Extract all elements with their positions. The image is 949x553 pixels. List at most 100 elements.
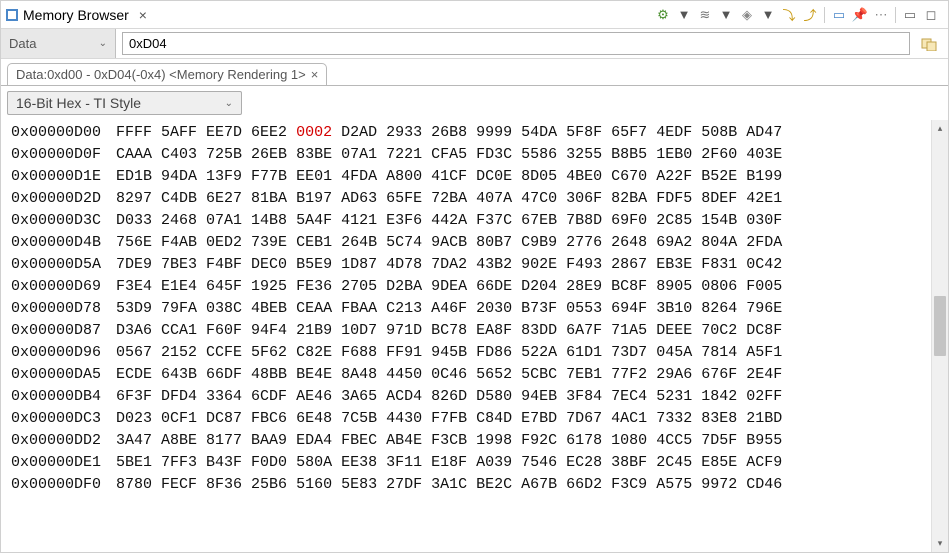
scrollbar-track[interactable]	[932, 137, 948, 535]
memory-word[interactable]: 3255	[566, 144, 602, 166]
memory-word[interactable]: A575	[656, 474, 692, 496]
memory-word[interactable]: EDA4	[296, 430, 332, 452]
memory-word[interactable]: E3F6	[386, 210, 422, 232]
memory-word[interactable]: E7BD	[521, 408, 557, 430]
memory-word[interactable]: 9DEA	[431, 276, 467, 298]
memory-word[interactable]: 756E	[116, 232, 152, 254]
memory-word[interactable]: F77B	[251, 166, 287, 188]
memory-word[interactable]: 9ACB	[431, 232, 467, 254]
memory-word[interactable]: D2BA	[386, 276, 422, 298]
memory-word[interactable]: 2C85	[656, 210, 692, 232]
memory-word[interactable]: 804A	[701, 232, 737, 254]
memory-word[interactable]: EE7D	[206, 122, 242, 144]
memory-word[interactable]: 1D87	[341, 254, 377, 276]
memory-word[interactable]: 3F84	[566, 386, 602, 408]
memory-word[interactable]: 5F62	[251, 342, 287, 364]
memory-word[interactable]: 3F11	[386, 452, 422, 474]
memory-word[interactable]: 7B8D	[566, 210, 602, 232]
memory-word[interactable]: A5F1	[746, 342, 782, 364]
memory-word[interactable]: 69A2	[656, 232, 692, 254]
memory-word[interactable]: 2C45	[656, 452, 692, 474]
memory-word[interactable]: AB4E	[386, 430, 422, 452]
memory-word[interactable]: 7C5B	[341, 408, 377, 430]
memory-word[interactable]: D023	[116, 408, 152, 430]
memory-word[interactable]: EB3E	[656, 254, 692, 276]
memory-word[interactable]: B43F	[206, 452, 242, 474]
memory-word[interactable]: ACD4	[386, 386, 422, 408]
memory-word[interactable]: F4BF	[206, 254, 242, 276]
memory-word[interactable]: 306F	[566, 188, 602, 210]
memory-word[interactable]: 4AC1	[611, 408, 647, 430]
scroll-up-button[interactable]: ▴	[932, 120, 948, 137]
memory-word[interactable]: D580	[476, 386, 512, 408]
memory-word[interactable]: 79FA	[161, 298, 197, 320]
new-tab-icon[interactable]: ▭	[830, 6, 848, 24]
memory-word[interactable]: EE38	[341, 452, 377, 474]
memory-word[interactable]: 2648	[611, 232, 647, 254]
memory-word[interactable]: 94EB	[521, 386, 557, 408]
memory-word[interactable]: 8A48	[341, 364, 377, 386]
memory-word[interactable]: 522A	[521, 342, 557, 364]
memory-word[interactable]: 4CC5	[656, 430, 692, 452]
memory-word[interactable]: 3A1C	[431, 474, 467, 496]
memory-word[interactable]: EC28	[566, 452, 602, 474]
memory-word[interactable]: 70C2	[701, 320, 737, 342]
memory-word[interactable]: 28E9	[566, 276, 602, 298]
memory-word[interactable]: 80B7	[476, 232, 512, 254]
memory-word[interactable]: 6CDF	[251, 386, 287, 408]
memory-word[interactable]: 8264	[701, 298, 737, 320]
memory-word[interactable]: 8780	[116, 474, 152, 496]
memory-word[interactable]: 826D	[431, 386, 467, 408]
memory-word[interactable]: FECF	[161, 474, 197, 496]
memory-word[interactable]: 6E27	[206, 188, 242, 210]
memory-word[interactable]: 77F2	[611, 364, 647, 386]
dropdown-arrow-icon[interactable]: ▼	[675, 6, 693, 24]
memory-word[interactable]: 4430	[386, 408, 422, 430]
memory-word[interactable]: C4DB	[161, 188, 197, 210]
memory-word[interactable]: 72BA	[431, 188, 467, 210]
memory-word[interactable]: CEAA	[296, 298, 332, 320]
memory-word[interactable]: ACF9	[746, 452, 782, 474]
memory-word[interactable]: 27DF	[386, 474, 422, 496]
memory-word[interactable]: 94F4	[251, 320, 287, 342]
memory-word[interactable]: 2E4F	[746, 364, 782, 386]
save-icon[interactable]: ⤴	[801, 6, 819, 24]
memory-word[interactable]: B73F	[521, 298, 557, 320]
memory-word[interactable]: 796E	[746, 298, 782, 320]
memory-word[interactable]: 038C	[206, 298, 242, 320]
memory-word[interactable]: F3E4	[116, 276, 152, 298]
memory-word[interactable]: F92C	[521, 430, 557, 452]
memory-word[interactable]: 1842	[701, 386, 737, 408]
vertical-scrollbar[interactable]: ▴ ▾	[931, 120, 948, 552]
memory-word[interactable]: 1EB0	[656, 144, 692, 166]
memory-word[interactable]: ECDE	[116, 364, 152, 386]
memory-word[interactable]: 69F0	[611, 210, 647, 232]
memory-word[interactable]: F60F	[206, 320, 242, 342]
memory-word[interactable]: 2933	[386, 122, 422, 144]
memory-word[interactable]: 0002	[296, 122, 332, 144]
memory-word[interactable]: DEEE	[656, 320, 692, 342]
memory-word[interactable]: 82BA	[611, 188, 647, 210]
memory-word[interactable]: 0806	[701, 276, 737, 298]
memory-word[interactable]: 7EC4	[611, 386, 647, 408]
memory-word[interactable]: FBAA	[341, 298, 377, 320]
memory-word[interactable]: F3CB	[431, 430, 467, 452]
memory-word[interactable]: 3B10	[656, 298, 692, 320]
memory-word[interactable]: A22F	[656, 166, 692, 188]
memory-word[interactable]: C84D	[476, 408, 512, 430]
menu-icon[interactable]: ⋯	[872, 6, 890, 24]
memory-word[interactable]: C213	[386, 298, 422, 320]
memory-word[interactable]: 6E48	[296, 408, 332, 430]
wave-icon[interactable]: ≋	[696, 6, 714, 24]
memory-word[interactable]: FD86	[476, 342, 512, 364]
memory-word[interactable]: 5652	[476, 364, 512, 386]
memory-word[interactable]: 407A	[476, 188, 512, 210]
memory-word[interactable]: 6EE2	[251, 122, 287, 144]
memory-word[interactable]: 21B9	[296, 320, 332, 342]
memory-word[interactable]: 902E	[521, 254, 557, 276]
memory-word[interactable]: 8DEF	[701, 188, 737, 210]
memory-word[interactable]: D3A6	[116, 320, 152, 342]
memory-word[interactable]: CEB1	[296, 232, 332, 254]
memory-word[interactable]: 6A7F	[566, 320, 602, 342]
memory-word[interactable]: 2030	[476, 298, 512, 320]
